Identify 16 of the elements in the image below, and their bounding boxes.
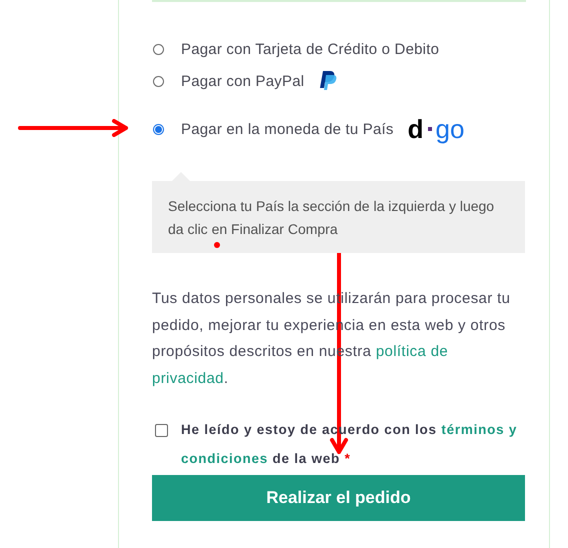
radio-button[interactable] bbox=[153, 76, 164, 86]
terms-link[interactable]: condiciones bbox=[181, 451, 268, 466]
dgo-logo: d go bbox=[408, 116, 464, 142]
dot-icon bbox=[214, 242, 220, 248]
privacy-link[interactable]: privacidad bbox=[152, 370, 224, 386]
terms-link[interactable]: términos y bbox=[441, 422, 518, 437]
terms-checkbox[interactable] bbox=[155, 424, 168, 437]
paypal-icon bbox=[318, 70, 338, 92]
radio-button[interactable] bbox=[153, 44, 164, 54]
payment-option-label[interactable]: Pagar con PayPal bbox=[181, 72, 304, 90]
notice-text: Selecciona tu País la sección de la izquierda y luego da clic en Finalizar Compra bbox=[168, 197, 496, 239]
privacy-link[interactable]: política de bbox=[376, 343, 448, 360]
payment-option-label[interactable]: Pagar con Tarjeta de Crédito o Debito bbox=[181, 40, 440, 58]
payment-option-label[interactable]: Pagar en la moneda de tu País bbox=[181, 120, 394, 138]
radio-button[interactable] bbox=[153, 124, 164, 134]
place-order-button[interactable]: Realizar el pedido bbox=[152, 475, 525, 521]
